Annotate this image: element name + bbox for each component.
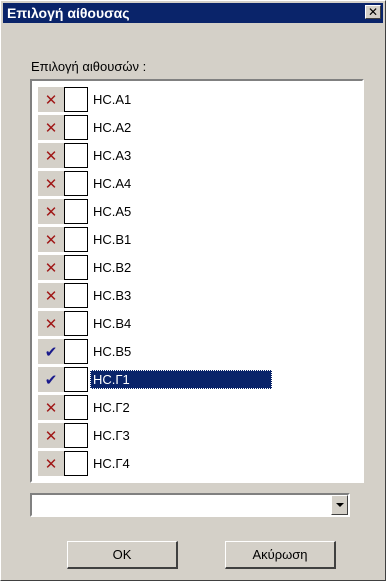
list-item[interactable]: ✔ HC.Γ1	[38, 367, 358, 393]
list-item-label: HC.Γ2	[93, 400, 130, 415]
room-selection-dialog: Επιλογή αίθουσας ✕ Επιλογή αιθουσών : ✕ H…	[0, 0, 386, 581]
checkmark-icon: ✔	[38, 339, 64, 364]
item-checkbox[interactable]	[64, 311, 88, 336]
x-mark-icon: ✕	[38, 395, 64, 420]
item-checkbox[interactable]	[64, 395, 88, 420]
item-checkbox[interactable]	[64, 423, 88, 448]
list-item-label: HC.A5	[93, 204, 132, 219]
list-item[interactable]: ✕ HC.A5	[38, 199, 358, 225]
cancel-button[interactable]: Ακύρωση	[225, 541, 336, 569]
list-item[interactable]: ✕ HC.Γ4	[38, 451, 358, 477]
list-item-label: HC.A3	[93, 148, 132, 163]
list-item[interactable]: ✕ HC.A1	[38, 87, 358, 113]
list-item[interactable]: ✕ HC.A2	[38, 115, 358, 141]
title-bar[interactable]: Επιλογή αίθουσας ✕	[3, 3, 383, 23]
ok-button[interactable]: OK	[67, 541, 178, 569]
item-checkbox[interactable]	[64, 451, 88, 476]
x-mark-icon: ✕	[38, 143, 64, 168]
rooms-listbox[interactable]: ✕ HC.A1 ✕ HC.A2 ✕ HC.A3 ✕ HC.A4 ✕ HC.A5 ✕ HC.B1 ✕ HC.…	[30, 79, 364, 483]
list-item-label: HC.A1	[93, 92, 132, 107]
chevron-down-icon	[335, 503, 344, 507]
list-item[interactable]: ✔ HC.B5	[38, 339, 358, 365]
close-icon: ✕	[367, 5, 379, 19]
window-title: Επιλογή αίθουσας	[7, 5, 130, 21]
ok-button-label: OK	[112, 547, 132, 562]
x-mark-icon: ✕	[38, 87, 64, 112]
list-item[interactable]: ✕ HC.A4	[38, 171, 358, 197]
item-checkbox[interactable]	[64, 87, 88, 112]
item-checkbox[interactable]	[64, 171, 88, 196]
list-item[interactable]: ✕ HC.B1	[38, 227, 358, 253]
x-mark-icon: ✕	[38, 311, 64, 336]
rooms-list-label: Επιλογή αιθουσών :	[31, 59, 147, 74]
list-item-label: HC.B5	[93, 344, 132, 359]
cancel-button-label: Ακύρωση	[252, 547, 308, 562]
item-checkbox[interactable]	[64, 199, 88, 224]
list-item-label: HC.B1	[93, 232, 132, 247]
list-item-label: HC.B3	[93, 288, 132, 303]
close-button[interactable]: ✕	[365, 5, 381, 19]
item-checkbox[interactable]	[64, 283, 88, 308]
list-item[interactable]: ✕ HC.B4	[38, 311, 358, 337]
x-mark-icon: ✕	[38, 227, 64, 252]
item-checkbox[interactable]	[64, 115, 88, 140]
list-item-label: HC.A4	[93, 176, 132, 191]
item-checkbox[interactable]	[64, 367, 88, 392]
x-mark-icon: ✕	[38, 423, 64, 448]
item-checkbox[interactable]	[64, 143, 88, 168]
list-item[interactable]: ✕ HC.A3	[38, 143, 358, 169]
x-mark-icon: ✕	[38, 115, 64, 140]
room-combo-box[interactable]	[30, 493, 350, 517]
list-item[interactable]: ✕ HC.B2	[38, 255, 358, 281]
list-item-label: HC.B4	[93, 316, 132, 331]
list-item[interactable]: ✕ HC.Γ3	[38, 423, 358, 449]
x-mark-icon: ✕	[38, 451, 64, 476]
list-item-label: HC.Γ4	[93, 456, 130, 471]
list-item[interactable]: ✕ HC.Γ2	[38, 395, 358, 421]
list-item-label: HC.Γ1	[90, 370, 272, 389]
item-checkbox[interactable]	[64, 339, 88, 364]
list-item-label: HC.B2	[93, 260, 132, 275]
item-checkbox[interactable]	[64, 255, 88, 280]
combo-dropdown-button[interactable]	[331, 495, 348, 515]
x-mark-icon: ✕	[38, 255, 64, 280]
x-mark-icon: ✕	[38, 283, 64, 308]
list-item-label: HC.A2	[93, 120, 132, 135]
list-item-label: HC.Γ3	[93, 428, 130, 443]
x-mark-icon: ✕	[38, 171, 64, 196]
item-checkbox[interactable]	[64, 227, 88, 252]
x-mark-icon: ✕	[38, 199, 64, 224]
list-item[interactable]: ✕ HC.B3	[38, 283, 358, 309]
checkmark-icon: ✔	[38, 367, 64, 392]
